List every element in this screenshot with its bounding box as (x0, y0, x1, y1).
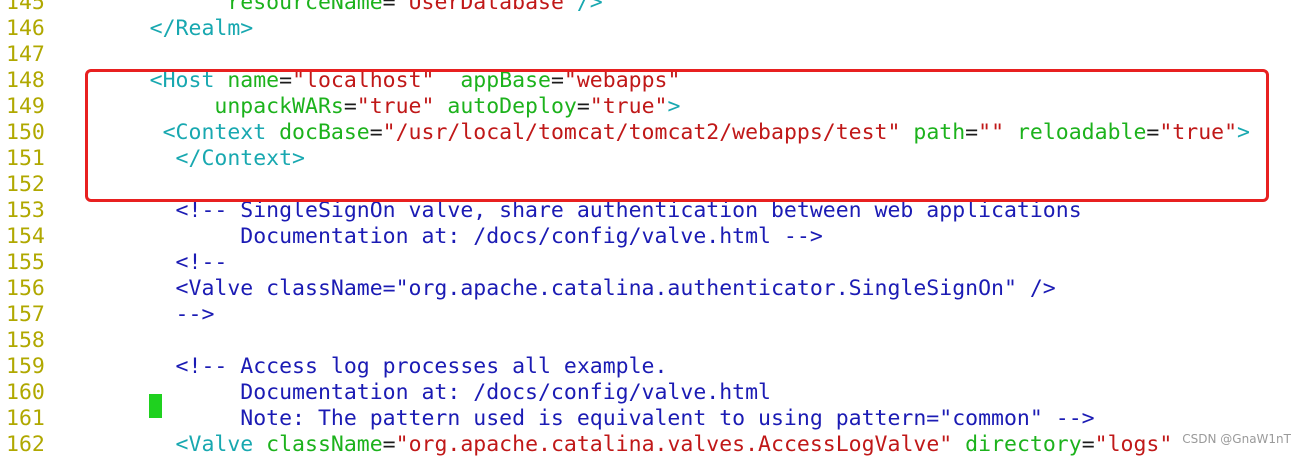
line-number: 153 (6, 198, 45, 223)
code-token: Documentation at: /docs/config/valve.htm… (72, 224, 823, 249)
code-token: Note: The pattern used is equivalent to … (72, 406, 1095, 431)
line-number: 157 (6, 302, 45, 327)
code-text: Documentation at: /docs/config/valve.htm… (72, 224, 823, 250)
line-number: 152 (6, 172, 45, 197)
code-text: <!-- Access log processes all example. (72, 354, 668, 380)
code-token: = (382, 432, 396, 457)
highlight-box (85, 69, 1269, 202)
code-token: resourceName (72, 0, 383, 15)
line-number: 162 (6, 432, 45, 457)
code-line[interactable]: 156 <Valve className="org.apache.catalin… (0, 276, 1305, 302)
code-line[interactable]: 145 resourceName="UserDatabase"/> (0, 0, 1305, 16)
code-line[interactable]: 147 (0, 42, 1305, 68)
code-token: "UserDatabase" (395, 0, 577, 15)
code-token: "logs" (1094, 432, 1173, 457)
code-text: <Valve className="org.apache.catalina.va… (72, 432, 1173, 458)
code-token: <Valve (72, 432, 267, 457)
code-token: --> (72, 302, 215, 327)
line-number: 146 (6, 16, 45, 41)
code-token: </Realm> (72, 16, 254, 41)
code-token: "org.apache.catalina.valves.AccessLogVal… (395, 432, 953, 457)
watermark: CSDN @GnaW1nT (1182, 432, 1291, 446)
line-number: 160 (6, 380, 45, 405)
code-line[interactable]: 162 <Valve className="org.apache.catalin… (0, 432, 1305, 458)
line-number: 147 (6, 42, 45, 67)
line-number: 161 (6, 406, 45, 431)
code-line[interactable]: 146 </Realm> (0, 16, 1305, 42)
code-token: className (266, 432, 383, 457)
code-text: <Valve className="org.apache.catalina.au… (72, 276, 1056, 302)
code-line[interactable]: 154 Documentation at: /docs/config/valve… (0, 224, 1305, 250)
line-number: 156 (6, 276, 45, 301)
line-number: 149 (6, 94, 45, 119)
code-line[interactable]: 157 --> (0, 302, 1305, 328)
text-cursor (149, 394, 162, 418)
code-line[interactable]: 159 <!-- Access log processes all exampl… (0, 354, 1305, 380)
line-number: 159 (6, 354, 45, 379)
code-text: </Realm> (72, 16, 254, 42)
code-line[interactable]: 155 <!-- (0, 250, 1305, 276)
code-line[interactable]: 161 Note: The pattern used is equivalent… (0, 406, 1305, 432)
line-number: 154 (6, 224, 45, 249)
code-token: = (1081, 432, 1095, 457)
line-number: 155 (6, 250, 45, 275)
line-number: 150 (6, 120, 45, 145)
code-text: Note: The pattern used is equivalent to … (72, 406, 1095, 432)
code-text: Documentation at: /docs/config/valve.htm… (72, 380, 771, 406)
line-number: 158 (6, 328, 45, 353)
line-number: 151 (6, 146, 45, 171)
code-token: directory (952, 432, 1082, 457)
code-token: <Valve className="org.apache.catalina.au… (72, 276, 1056, 301)
code-line[interactable]: 160 Documentation at: /docs/config/valve… (0, 380, 1305, 406)
code-token: Documentation at: /docs/config/valve.htm… (72, 380, 771, 405)
code-token: = (382, 0, 396, 15)
code-text: resourceName="UserDatabase"/> (72, 0, 603, 16)
code-token: <!-- Access log processes all example. (72, 354, 668, 379)
code-line[interactable]: 158 (0, 328, 1305, 354)
line-number: 145 (6, 0, 45, 15)
line-number: 148 (6, 68, 45, 93)
code-token: /> (576, 0, 603, 15)
code-text: --> (72, 302, 215, 328)
code-text: <!-- (72, 250, 228, 276)
code-token: <!-- (72, 250, 228, 275)
